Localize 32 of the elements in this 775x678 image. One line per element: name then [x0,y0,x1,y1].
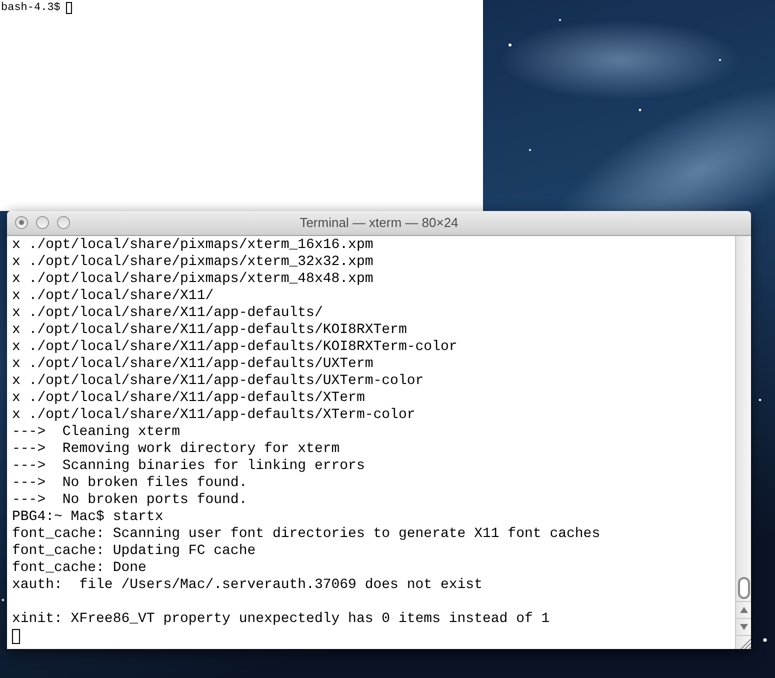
terminal-line: font_cache: Done [12,560,146,576]
resize-grip-icon[interactable] [736,635,751,649]
terminal-line: xauth: file /Users/Mac/.serverauth.37069 does not exist [12,577,482,593]
cursor-icon [12,629,20,644]
terminal-line: font_cache: Updating FC cache [12,543,256,559]
terminal-line: x ./opt/local/share/X11/app-defaults/KOI8RXTerm [12,322,407,338]
terminal-line: x ./opt/local/share/X11/app-defaults/XTerm [12,390,365,406]
terminal-line: x ./opt/local/share/X11/app-defaults/UXTerm [12,356,374,372]
terminal-line: font_cache: Scanning user font directories to generate X11 font caches [12,526,600,542]
terminal-line: x ./opt/local/share/X11/app-defaults/UXTerm-color [12,373,424,389]
terminal-line: x ./opt/local/share/pixmaps/xterm_32x32.xpm [12,254,374,270]
cursor-icon [66,2,72,14]
terminal-line: ---> Scanning binaries for linking errors [12,458,365,474]
terminal-line: PBG4:~ Mac$ startx [12,509,164,525]
scrollbar[interactable] [735,236,751,649]
terminal-line: ---> Removing work directory for xterm [12,441,340,457]
minimize-button[interactable] [36,216,49,229]
terminal-line: ---> Cleaning xterm [12,424,180,440]
terminal-line: x ./opt/local/share/X11/app-defaults/XTerm-color [12,407,416,423]
terminal-line: x ./opt/local/share/pixmaps/xterm_48x48.xpm [12,271,374,287]
terminal-line: x ./opt/local/share/pixmaps/xterm_16x16.xpm [12,237,374,253]
shell-prompt: bash-4.3$ [1,1,60,15]
close-button[interactable] [15,216,28,229]
terminal-line: x ./opt/local/share/X11/app-defaults/KOI8RXTerm-color [12,339,458,355]
terminal-line: x ./opt/local/share/X11/ [12,288,214,304]
terminal-line: ---> No broken files found. [12,475,248,491]
terminal-line: x ./opt/local/share/X11/app-defaults/ [12,305,323,321]
terminal-line: ---> No broken ports found. [12,492,248,508]
zoom-button[interactable] [57,216,70,229]
scroll-thumb[interactable] [738,577,750,599]
terminal-line: xinit: XFree86_VT property unexpectedly has 0 items instead of 1 [12,611,550,627]
window-title: Terminal — xterm — 80×24 [300,214,458,232]
